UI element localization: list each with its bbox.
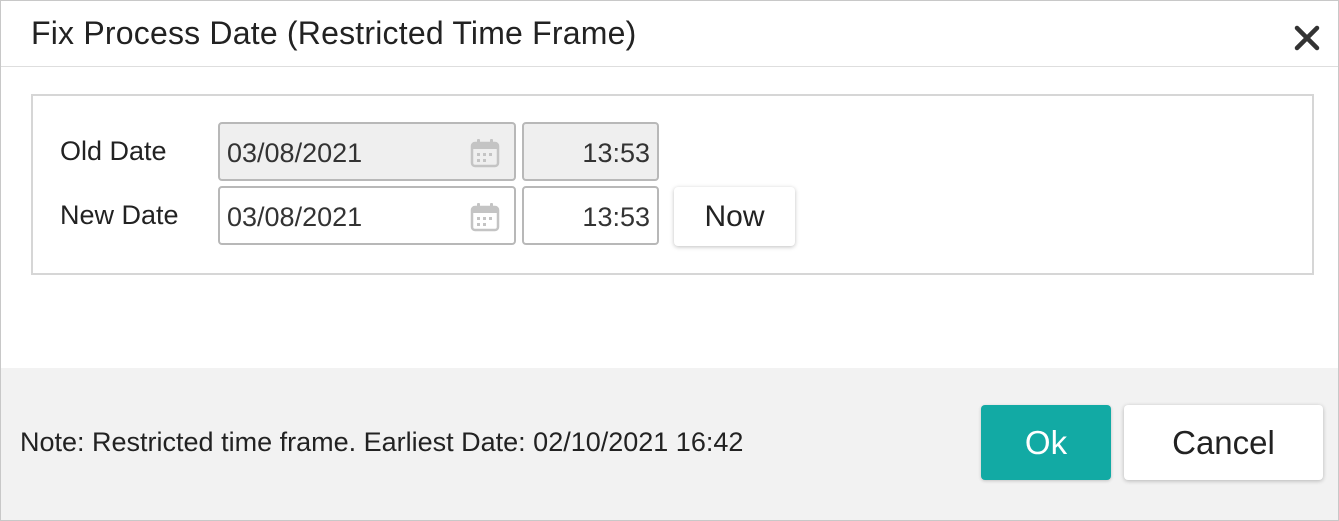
new-date-value: 03/08/2021: [227, 202, 363, 232]
now-button[interactable]: Now: [674, 187, 795, 246]
old-date-label: Old Date: [60, 136, 167, 166]
dialog-titlebar: Fix Process Date (Restricted Time Frame): [1, 1, 1338, 67]
dialog-title: Fix Process Date (Restricted Time Frame): [31, 15, 637, 51]
dialog-footer: Note: Restricted time frame. Earliest Da…: [1, 368, 1338, 520]
calendar-icon[interactable]: [470, 202, 500, 232]
old-date-input: 03/08/2021: [218, 122, 516, 181]
cancel-button[interactable]: Cancel: [1124, 405, 1323, 480]
new-time-value: 13:53: [582, 202, 650, 232]
calendar-icon: [470, 138, 500, 168]
old-time-input: 13:53: [522, 122, 659, 181]
restriction-note: Note: Restricted time frame. Earliest Da…: [20, 427, 744, 457]
old-time-value: 13:53: [582, 138, 650, 168]
old-date-value: 03/08/2021: [227, 138, 363, 168]
fix-process-date-dialog: Fix Process Date (Restricted Time Frame)…: [0, 0, 1339, 521]
new-time-input[interactable]: 13:53: [522, 186, 659, 245]
new-date-label: New Date: [60, 200, 179, 230]
new-date-input[interactable]: 03/08/2021: [218, 186, 516, 245]
close-icon[interactable]: [1292, 23, 1322, 53]
ok-button[interactable]: Ok: [981, 405, 1111, 480]
